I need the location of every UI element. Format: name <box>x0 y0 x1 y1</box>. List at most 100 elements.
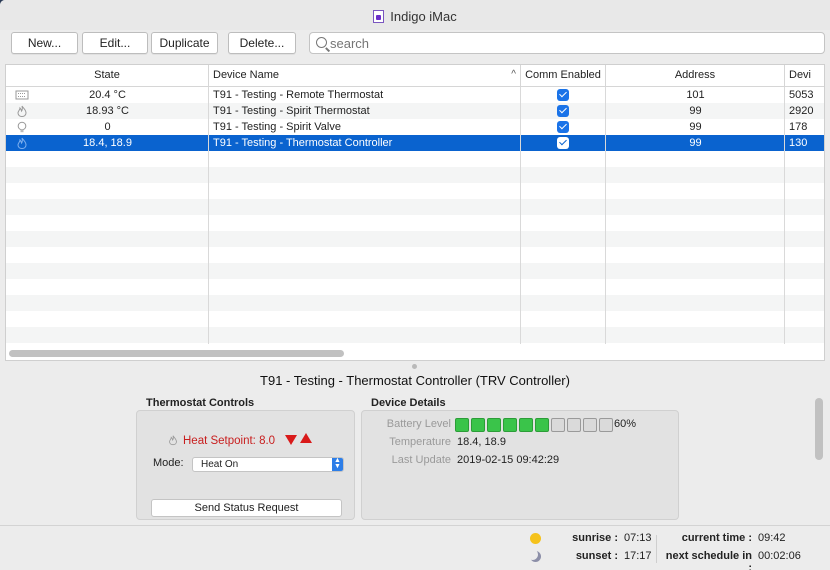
send-status-request-button[interactable]: Send Status Request <box>151 499 342 517</box>
device-details-panel: Battery Level 60% Temperature 18.4, 18.9… <box>361 410 679 520</box>
flame-icon <box>169 435 177 446</box>
setpoint-up-button[interactable] <box>300 433 313 443</box>
column-divider <box>208 87 209 344</box>
column-divider <box>784 87 785 344</box>
battery-level-bar <box>455 418 613 432</box>
row-dev: 178 <box>789 121 808 133</box>
document-icon <box>373 10 385 23</box>
column-divider <box>605 87 606 344</box>
app-window: Indigo iMac New... Edit... Duplicate Del… <box>0 0 830 570</box>
battery-level-label: Battery Level <box>386 418 451 430</box>
search-icon <box>316 37 327 48</box>
empty-row <box>6 231 824 247</box>
column-header-address[interactable]: Address <box>606 65 785 87</box>
last-update-label: Last Update <box>391 454 451 466</box>
moon-icon <box>530 551 541 562</box>
row-dev: 130 <box>789 137 808 149</box>
table-row[interactable]: 0 T91 - Testing - Spirit Valve 99 178 <box>6 119 824 135</box>
empty-row <box>6 263 824 279</box>
thermostat-controls-heading: Thermostat Controls <box>146 397 255 409</box>
current-time-value: 09:42 <box>758 532 786 544</box>
sort-ascending-icon: ^ <box>511 69 516 80</box>
column-header-device-name-label: Device Name <box>213 69 280 81</box>
device-table[interactable]: State Device Name ^ Comm Enabled Address… <box>5 64 825 361</box>
temperature-value: 18.4, 18.9 <box>457 436 506 448</box>
battery-cell <box>583 418 597 432</box>
temperature-label: Temperature <box>389 436 451 448</box>
thermostat-controls-panel: Heat Setpoint: 8.0 Mode: Heat On ▲ ▼ Send… <box>136 410 355 520</box>
column-header-dev[interactable]: Devi <box>785 65 824 87</box>
next-schedule-value: 00:02:06 <box>758 550 801 562</box>
row-device-name: T91 - Testing - Thermostat Controller <box>213 137 393 149</box>
battery-cell <box>503 418 517 432</box>
row-address: 99 <box>689 121 702 133</box>
battery-cell <box>599 418 613 432</box>
table-row[interactable]: 20.4 °C T91 - Testing - Remote Thermosta… <box>6 87 824 103</box>
toolbar: New... Edit... Duplicate Delete... <box>0 32 830 56</box>
battery-percent: 60% <box>614 418 637 430</box>
row-state: 18.93 °C <box>86 105 129 117</box>
status-divider <box>656 535 657 563</box>
titlebar: Indigo iMac <box>0 0 830 30</box>
comm-enabled-checkbox[interactable] <box>557 89 569 101</box>
row-dev: 2920 <box>789 105 814 117</box>
next-schedule-label: next schedule in : <box>665 550 752 570</box>
empty-row <box>6 199 824 215</box>
table-row-selected[interactable]: 18.4, 18.9 T91 - Testing - Thermostat Co… <box>6 135 824 151</box>
battery-cell <box>455 418 469 432</box>
search-field[interactable] <box>309 32 825 54</box>
chevron-updown-icon: ▲ ▼ <box>332 457 343 471</box>
status-bar: sunrise : 07:13 sunset : 17:17 current t… <box>0 525 830 570</box>
battery-cell <box>535 418 549 432</box>
battery-cell <box>487 418 501 432</box>
detail-title: T91 - Testing - Thermostat Controller (T… <box>260 373 570 388</box>
comm-enabled-checkbox[interactable] <box>557 121 569 133</box>
sunrise-value: 07:13 <box>624 532 652 544</box>
comm-enabled-checkbox[interactable] <box>557 105 569 117</box>
row-device-name: T91 - Testing - Spirit Thermostat <box>213 105 370 117</box>
current-time-label: current time : <box>681 532 752 544</box>
horizontal-scrollbar[interactable] <box>9 350 344 357</box>
battery-cell <box>551 418 565 432</box>
heat-setpoint-label: Heat Setpoint: 8.0 <box>183 435 276 447</box>
duplicate-button[interactable]: Duplicate <box>151 32 218 54</box>
column-header-comm-enabled[interactable]: Comm Enabled <box>521 65 606 87</box>
sunset-label: sunset : <box>575 550 618 562</box>
search-input[interactable] <box>330 35 810 51</box>
sunset-value: 17:17 <box>624 550 652 562</box>
column-divider <box>520 87 521 344</box>
row-device-name: T91 - Testing - Spirit Valve <box>213 121 341 133</box>
row-address: 99 <box>689 137 702 149</box>
battery-cell <box>519 418 533 432</box>
row-state: 0 <box>104 121 111 133</box>
empty-row <box>6 327 824 343</box>
window-title: Indigo iMac <box>0 9 830 24</box>
table-row[interactable]: 18.93 °C T91 - Testing - Spirit Thermost… <box>6 103 824 119</box>
sun-icon <box>530 533 541 544</box>
last-update-value: 2019-02-15 09:42:29 <box>457 454 560 466</box>
sunrise-label: sunrise : <box>572 532 618 544</box>
row-state: 20.4 °C <box>89 89 126 101</box>
empty-row <box>6 167 824 183</box>
row-dev: 5053 <box>789 89 814 101</box>
comm-enabled-checkbox[interactable] <box>557 137 569 149</box>
setpoint-down-button[interactable] <box>285 435 298 445</box>
empty-row <box>6 295 824 311</box>
window-title-text: Indigo iMac <box>390 9 457 24</box>
vertical-scrollbar[interactable] <box>815 398 823 460</box>
row-address: 99 <box>689 105 702 117</box>
battery-cell <box>567 418 581 432</box>
delete-button[interactable]: Delete... <box>228 32 296 54</box>
row-state: 18.4, 18.9 <box>83 137 132 149</box>
row-address: 101 <box>686 89 705 101</box>
edit-button[interactable]: Edit... <box>82 32 148 54</box>
battery-cell <box>471 418 485 432</box>
heat-setpoint-row: Heat Setpoint: 8.0 <box>167 433 313 447</box>
column-header-device-name[interactable]: Device Name ^ <box>209 65 521 87</box>
mode-select[interactable]: Heat On ▲ ▼ <box>192 457 344 472</box>
new-button[interactable]: New... <box>11 32 78 54</box>
mode-label: Mode: <box>153 457 184 469</box>
column-header-state[interactable]: State <box>6 65 209 87</box>
split-view-handle[interactable] <box>412 364 417 369</box>
mode-select-value: Heat On <box>201 459 239 470</box>
